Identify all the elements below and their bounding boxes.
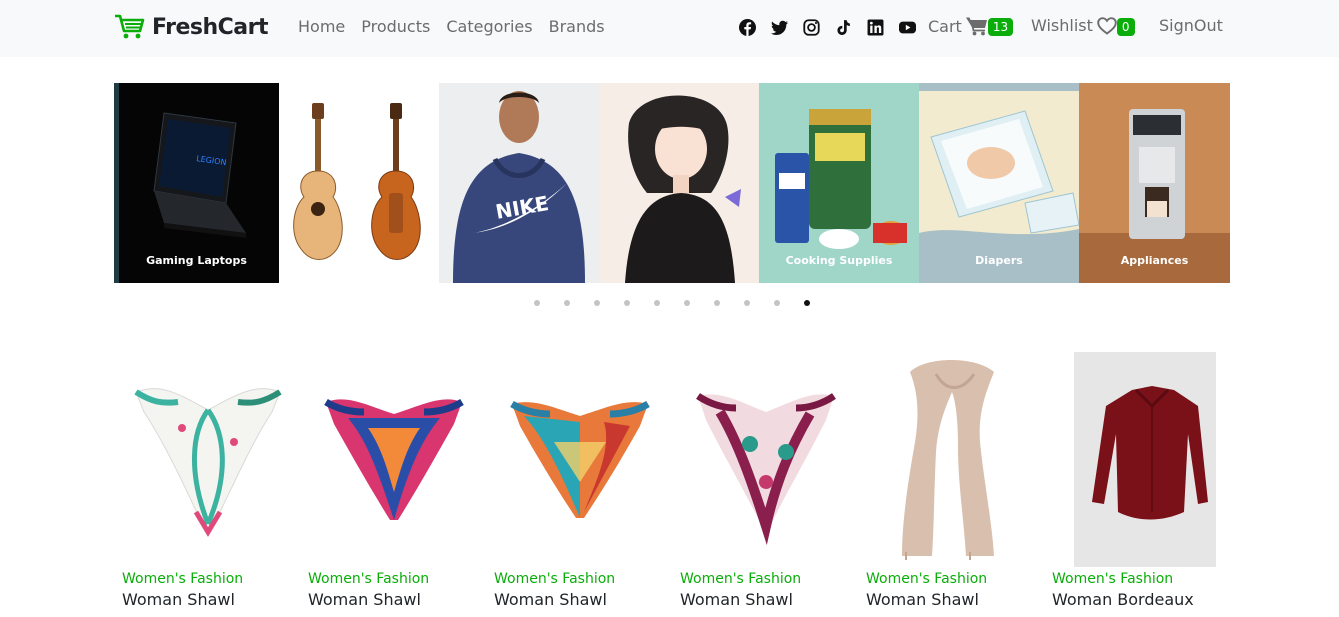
orange-teal-scarf-image [510, 400, 650, 518]
facebook-icon[interactable] [739, 19, 756, 36]
product-grid: Women's Fashion Woman Shawl Women's Fash… [114, 352, 1230, 617]
slide-hoodie[interactable]: NIKE [439, 83, 599, 283]
slide-caption: Cooking Supplies [785, 254, 893, 267]
slide-anime-art[interactable] [599, 83, 759, 283]
product-category: Women's Fashion [308, 571, 430, 587]
groceries-image [775, 109, 907, 249]
linkedin-icon[interactable] [867, 19, 884, 36]
purple-floral-scarf-image [696, 393, 836, 546]
youtube-icon[interactable] [899, 19, 916, 36]
navbar: FreshCart Home Products Categories Brand… [0, 0, 1339, 57]
category-slider[interactable]: LEGION Gaming Laptops NIKE Cooking Suppl… [114, 83, 1230, 283]
laptop-image: LEGION [153, 112, 246, 238]
slider-dots [534, 300, 810, 306]
brand-name: FreshCart [152, 14, 269, 40]
brand-logo[interactable]: FreshCart [114, 14, 269, 40]
magenta-blue-scarf-image [324, 398, 464, 520]
slider-dot[interactable] [564, 300, 570, 306]
tiktok-icon[interactable] [835, 19, 852, 36]
slide-appliances[interactable]: Appliances [1079, 83, 1230, 283]
wishlist-label: Wishlist [1031, 16, 1093, 35]
slide-caption: Appliances [1120, 254, 1189, 267]
slide-diapers[interactable]: Diapers [919, 83, 1079, 283]
product-card[interactable]: Women's Fashion Woman Shawl [486, 352, 672, 617]
beige-long-scarf-image [902, 360, 994, 560]
guitars-image [293, 103, 421, 260]
diapers-image [919, 83, 1079, 283]
slider-dot-active[interactable] [804, 300, 810, 306]
slider-dot[interactable] [714, 300, 720, 306]
product-category: Women's Fashion [122, 571, 244, 587]
product-title: Woman Shawl [680, 590, 793, 609]
slide-gaming-laptops[interactable]: LEGION Gaming Laptops [114, 83, 279, 283]
product-title: Woman Shawl [866, 590, 979, 609]
product-category: Women's Fashion [494, 571, 616, 587]
slide-caption: Diapers [975, 254, 1023, 267]
product-card[interactable]: Women's Fashion Woman Shawl [114, 352, 300, 617]
product-title: Woman Shawl [308, 590, 421, 609]
product-category: Women's Fashion [866, 571, 988, 587]
white-floral-scarf-image [134, 388, 282, 537]
slider-dot[interactable] [624, 300, 630, 306]
slide-caption: Gaming Laptops [146, 254, 247, 267]
instagram-icon[interactable] [803, 19, 820, 36]
slider-dot[interactable] [534, 300, 540, 306]
slider-dot[interactable] [654, 300, 660, 306]
bordeaux-blouse-image [1074, 352, 1216, 567]
product-card[interactable]: Women's Fashion Woman Shawl [300, 352, 486, 617]
product-title: Woman Shawl [122, 590, 235, 609]
slide-guitars[interactable] [279, 83, 439, 283]
cart-link[interactable]: Cart 13 [928, 16, 1014, 36]
coffee-machine-image [1079, 109, 1230, 283]
slide-cooking-supplies[interactable]: Cooking Supplies [759, 83, 919, 283]
social-links [739, 19, 916, 36]
nav-home[interactable]: Home [298, 17, 345, 36]
product-card[interactable]: Women's Fashion Woman Bordeaux [1044, 352, 1230, 617]
signout-link[interactable]: SignOut [1159, 16, 1223, 35]
heart-icon [1097, 16, 1117, 35]
nav-links: Home Products Categories Brands [298, 17, 605, 36]
nav-brands[interactable]: Brands [549, 17, 605, 36]
cart-count-badge: 13 [987, 18, 1014, 36]
wishlist-count-badge: 0 [1116, 17, 1135, 36]
slider-dot[interactable] [594, 300, 600, 306]
shopping-cart-icon [965, 17, 987, 36]
product-category: Women's Fashion [1052, 571, 1174, 587]
nav-categories[interactable]: Categories [446, 17, 532, 36]
cart-label: Cart [928, 16, 962, 36]
product-category: Women's Fashion [680, 571, 802, 587]
product-card[interactable]: Women's Fashion Woman Shawl [672, 352, 858, 617]
anime-art-image [625, 95, 741, 283]
slider-dot[interactable] [774, 300, 780, 306]
wishlist-link[interactable]: Wishlist 0 [1031, 16, 1135, 36]
twitter-icon[interactable] [771, 19, 788, 36]
slider-dot[interactable] [684, 300, 690, 306]
nav-products[interactable]: Products [361, 17, 430, 36]
hoodie-image: NIKE [453, 91, 585, 283]
product-title: Woman Bordeaux [1052, 590, 1194, 609]
product-title: Woman Shawl [494, 590, 607, 609]
cart-logo-icon [115, 14, 145, 39]
product-card[interactable]: Women's Fashion Woman Shawl [858, 352, 1044, 617]
slider-dot[interactable] [744, 300, 750, 306]
